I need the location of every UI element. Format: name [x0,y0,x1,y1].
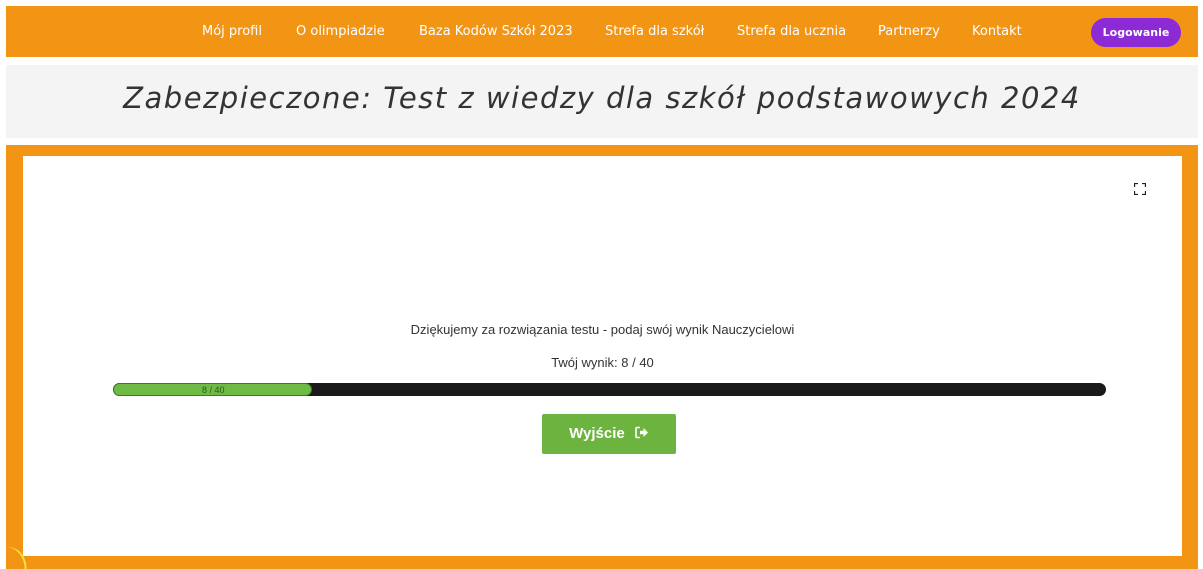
score-progress-fill: 8 / 40 [113,383,312,396]
progress-label: 8 / 40 [202,385,225,395]
fullscreen-icon[interactable] [1134,183,1146,195]
score-progress-bar: 8 / 40 [113,383,1106,396]
page: Mój profil O olimpiadzie Baza Kodów Szkó… [0,0,1203,569]
nav-item-schools-zone[interactable]: Strefa dla szkół [605,6,704,57]
exit-button[interactable]: Wyjście [542,414,676,454]
content-frame: Dziękujemy za rozwiązania testu - podaj … [6,145,1198,569]
login-button[interactable]: Logowanie [1091,18,1181,47]
nav-item-school-codes[interactable]: Baza Kodów Szkół 2023 [419,6,573,57]
top-navbar: Mój profil O olimpiadzie Baza Kodów Szkó… [6,6,1198,57]
thank-you-message: Dziękujemy za rozwiązania testu - podaj … [410,322,795,337]
nav-item-contact[interactable]: Kontakt [972,6,1022,57]
nav-item-about-olympiad[interactable]: O olimpiadzie [296,6,385,57]
nav-item-my-profile[interactable]: Mój profil [202,6,262,57]
exit-button-label: Wyjście [569,425,625,442]
score-text: Twój wynik: 8 / 40 [551,355,654,370]
nav-item-student-zone[interactable]: Strefa dla ucznia [737,6,846,57]
sign-out-icon [635,426,648,439]
page-title: Zabezpieczone: Test z wiedzy dla szkół p… [123,81,1081,115]
nav-item-partners[interactable]: Partnerzy [878,6,940,57]
quiz-result-panel: Dziękujemy za rozwiązania testu - podaj … [23,156,1182,556]
title-bar: Zabezpieczone: Test z wiedzy dla szkół p… [6,65,1198,138]
